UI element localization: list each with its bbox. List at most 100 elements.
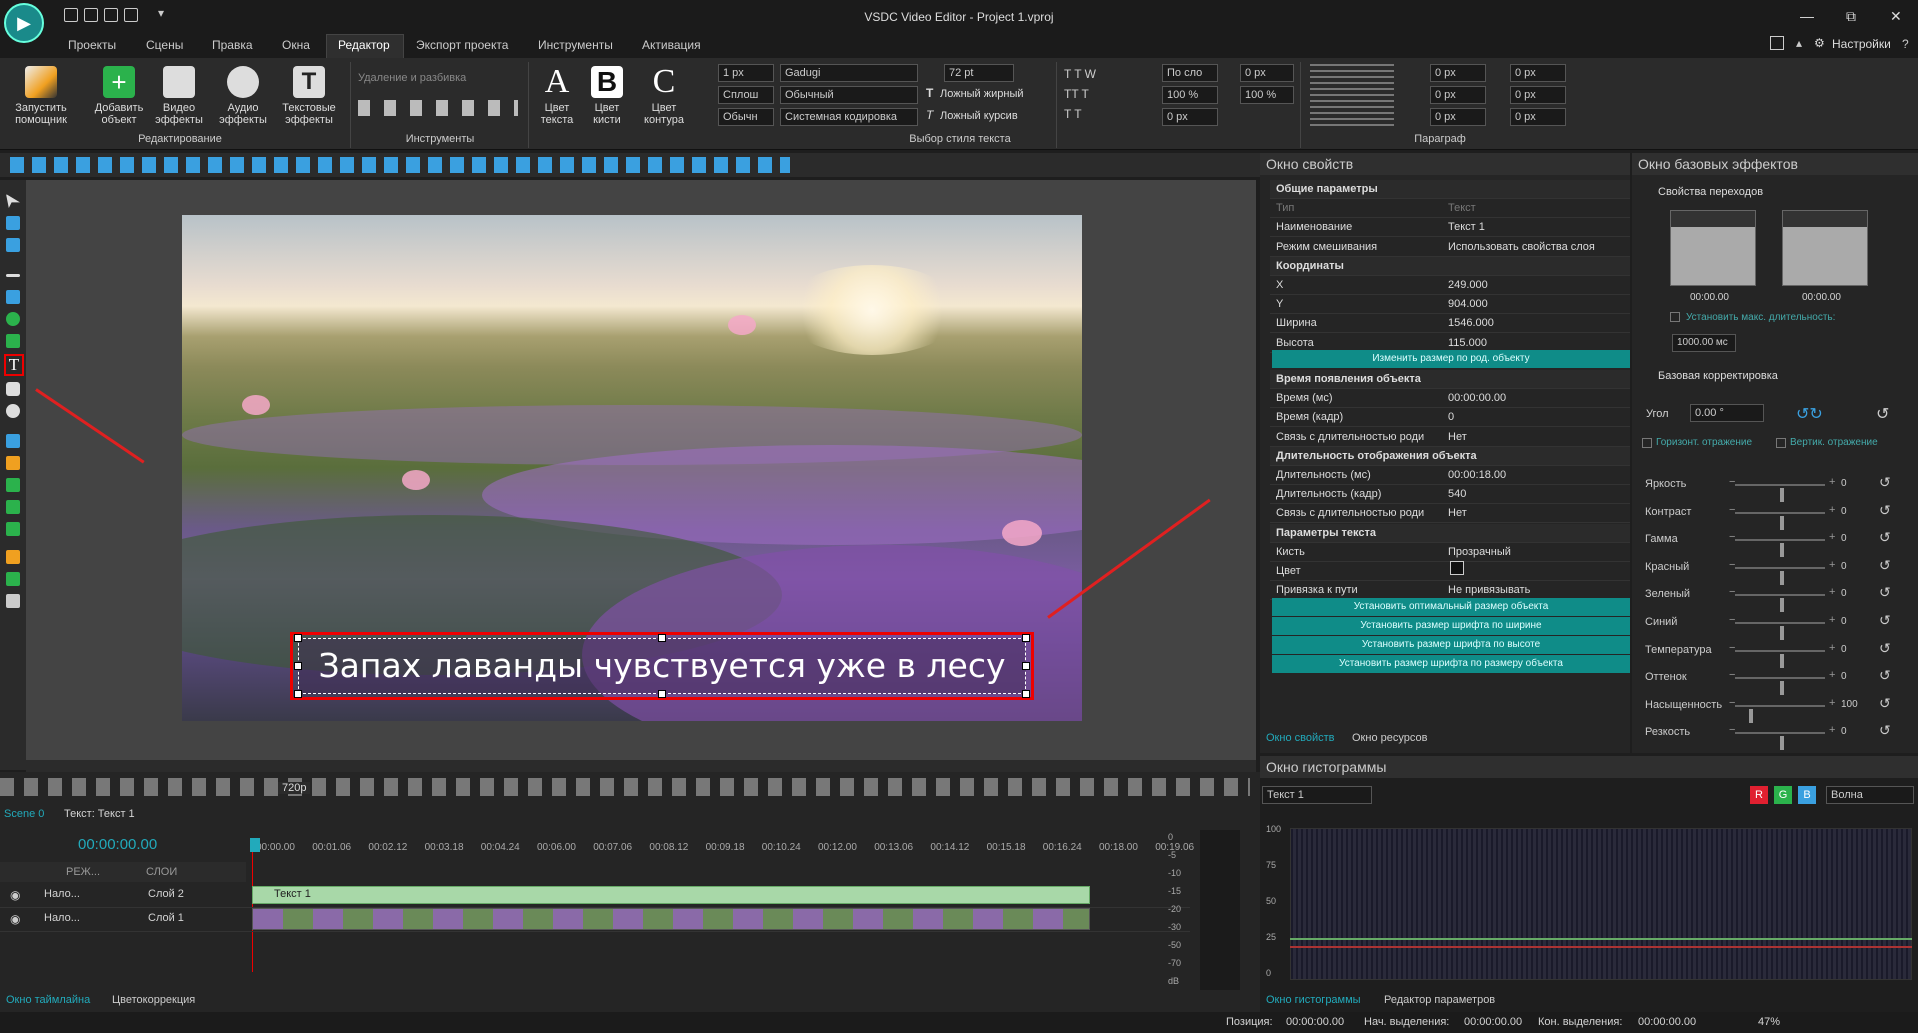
property-value[interactable]: Нет [1448,507,1467,519]
add-object-button[interactable]: + Добавить объект [88,66,150,126]
tab-properties[interactable]: Окно свойств [1266,732,1334,744]
para-after-field[interactable]: 0 px [1510,86,1566,104]
hflip-checkbox[interactable] [1642,438,1652,448]
spectrum-icon[interactable] [6,550,20,564]
remove-split-button[interactable]: Удаление и разбивка [358,72,466,84]
histogram-mode-select[interactable]: Волна [1826,786,1914,804]
move-icon[interactable] [6,594,20,608]
plus-icon[interactable]: + [1829,504,1835,516]
reset-icon[interactable]: ↺ [1879,695,1891,712]
rectangle-icon[interactable] [6,290,20,304]
property-value[interactable]: 00:00:00.00 [1448,392,1506,404]
plus-icon[interactable]: + [1829,697,1835,709]
rotate-icons[interactable]: ↺↻ [1796,404,1823,424]
minus-icon[interactable]: − [1729,531,1735,543]
tab-param-editor[interactable]: Редактор параметров [1384,994,1495,1006]
collapse-ribbon-icon[interactable]: ▴ [1796,36,1802,50]
slider-knob[interactable] [1780,570,1784,585]
property-value[interactable]: 0 [1448,411,1454,423]
resolution-select[interactable]: 720p [278,782,311,794]
property-value[interactable]: 904.000 [1448,298,1488,310]
effect-slider-row[interactable]: Резкость − +0 ↺ [1645,722,1905,751]
paragraph-align-icons[interactable] [1310,64,1394,126]
menu-editor[interactable]: Редактор [338,38,390,52]
menu-activation[interactable]: Активация [642,38,701,52]
menu-tools[interactable]: Инструменты [538,38,613,52]
minus-icon[interactable]: − [1729,504,1735,516]
slider-knob[interactable] [1780,543,1784,558]
video-clip[interactable] [252,908,1090,930]
property-value[interactable]: 115.000 [1448,337,1487,349]
resize-handle[interactable] [294,690,302,698]
slider-knob[interactable] [1748,708,1753,723]
menu-scenes[interactable]: Сцены [146,38,183,52]
app-logo-icon[interactable]: ▶ [4,3,44,43]
slider-track[interactable] [1735,704,1825,723]
property-row[interactable]: Общие параметры [1270,180,1630,199]
property-row[interactable]: Y 904.000 [1270,295,1630,315]
slider-track[interactable] [1735,677,1825,696]
tab-text-object[interactable]: Текст: Текст 1 [64,808,135,820]
resize-handle[interactable] [1022,690,1030,698]
histogram-source-select[interactable]: Текст 1 [1262,786,1372,804]
property-row[interactable]: Длительность (мс) 00:00:18.00 [1270,466,1630,485]
slider-knob[interactable] [1780,626,1784,640]
motion-icon[interactable] [6,572,20,586]
para-first-field[interactable]: 0 px [1430,108,1486,126]
red-channel-toggle[interactable]: R [1750,786,1768,804]
property-value[interactable]: Использовать свойства слоя [1448,241,1595,253]
menu-windows[interactable]: Окна [282,38,310,52]
text-clip[interactable] [252,886,1090,904]
tab-scene[interactable]: Scene 0 [4,808,44,820]
para-before-field[interactable]: 0 px [1510,64,1566,82]
scale-y-field[interactable]: 100 % [1240,86,1294,104]
ellipse-icon[interactable] [6,312,20,326]
effect-slider-row[interactable]: Температура − +0 ↺ [1645,640,1905,668]
plus-icon[interactable]: + [1829,586,1835,598]
tools-icon-row[interactable] [358,100,518,116]
close-button[interactable]: ✕ [1890,8,1902,25]
menu-export[interactable]: Экспорт проекта [416,38,508,52]
reset-icon[interactable]: ↺ [1879,667,1891,684]
minus-icon[interactable]: − [1729,697,1735,709]
property-row[interactable]: X 249.000 [1270,276,1630,295]
reset-icon[interactable]: ↺ [1879,640,1891,657]
angle-field[interactable]: 0.00 ° [1690,404,1764,422]
slider-track[interactable] [1735,649,1825,668]
font-by-height-button[interactable]: Установить размер шрифта по высоте [1272,636,1630,654]
slider-track[interactable] [1735,484,1825,502]
reset-icon[interactable]: ↺ [1879,474,1891,491]
transition-in-thumb[interactable] [1670,210,1756,286]
reset-icon[interactable]: ↺ [1879,502,1891,519]
property-value[interactable]: Текст [1448,202,1476,214]
stroke-style-select[interactable]: Сплош [718,86,774,104]
slider-knob[interactable] [1780,515,1784,530]
slider-track[interactable] [1735,539,1825,558]
fake-bold-button[interactable]: Ложный жирный [940,88,1024,100]
minus-icon[interactable]: − [1729,724,1735,736]
effect-slider-row[interactable]: Синий − +0 ↺ [1645,612,1905,640]
transition-out-thumb[interactable] [1782,210,1868,286]
outline-color-button[interactable]: C Цвет контура [636,65,692,127]
plus-icon[interactable]: + [1829,669,1835,681]
plus-icon[interactable]: + [1829,476,1835,488]
plus-icon[interactable]: + [1829,531,1835,543]
property-value[interactable]: 00:00:18.00 [1448,469,1506,481]
text-object-caption[interactable]: Запах лаванды чувствуется уже в лесу [298,638,1026,694]
text-effects-button[interactable]: T Текстовые эффекты [278,66,340,126]
property-row[interactable]: Параметры текста [1270,523,1630,543]
slider-track[interactable] [1735,566,1825,585]
font-by-width-button[interactable]: Установить размер шрифта по ширине [1272,617,1630,635]
plus-icon[interactable]: + [1829,642,1835,654]
para-line-field[interactable]: 0 px [1510,108,1566,126]
effect-slider-row[interactable]: Насыщенность − +100 ↺ [1645,695,1905,723]
video-effects-button[interactable]: Видео эффекты [148,66,210,126]
wizard-button[interactable]: Запустить помощник [10,66,72,126]
resize-handle[interactable] [658,690,666,698]
font-select[interactable]: Gadugi [780,64,918,82]
green-channel-toggle[interactable]: G [1774,786,1792,804]
effect-slider-row[interactable]: Оттенок − +0 ↺ [1645,667,1905,696]
resize-handle[interactable] [294,634,302,642]
text-tool-icon[interactable]: T [4,354,24,376]
property-row[interactable]: Длительность отображения объекта [1270,446,1630,466]
